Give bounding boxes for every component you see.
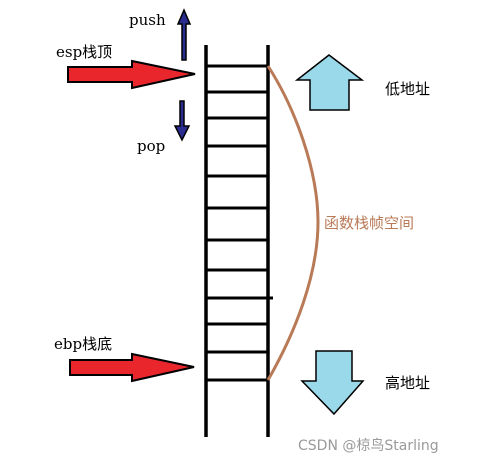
stack-frame-label: 函数栈帧空间 [324,214,414,232]
watermark: CSDN @椋鸟Starling [298,438,439,454]
esp-pointer-arrow-icon [67,59,196,90]
esp-label: esp栈顶 [56,43,112,61]
ebp-pointer-arrow-icon [69,352,195,383]
push-arrow-icon [176,8,192,61]
high-address-arrow-icon [300,350,365,416]
stack-column [204,45,273,437]
stack-frame-diagram: push pop esp栈顶 ebp栈底 函数栈帧空间 低地址 高地址 CSDN… [54,8,439,454]
high-address-label: 高地址 [385,374,430,392]
low-address-arrow-icon [294,54,365,111]
stack-slots [206,64,273,382]
pop-arrow-icon [173,100,191,142]
push-label: push [129,11,166,29]
ebp-label: ebp栈底 [54,335,112,353]
pop-label: pop [137,137,165,155]
low-address-label: 低地址 [385,80,430,98]
stack-frame-brace [266,65,320,381]
